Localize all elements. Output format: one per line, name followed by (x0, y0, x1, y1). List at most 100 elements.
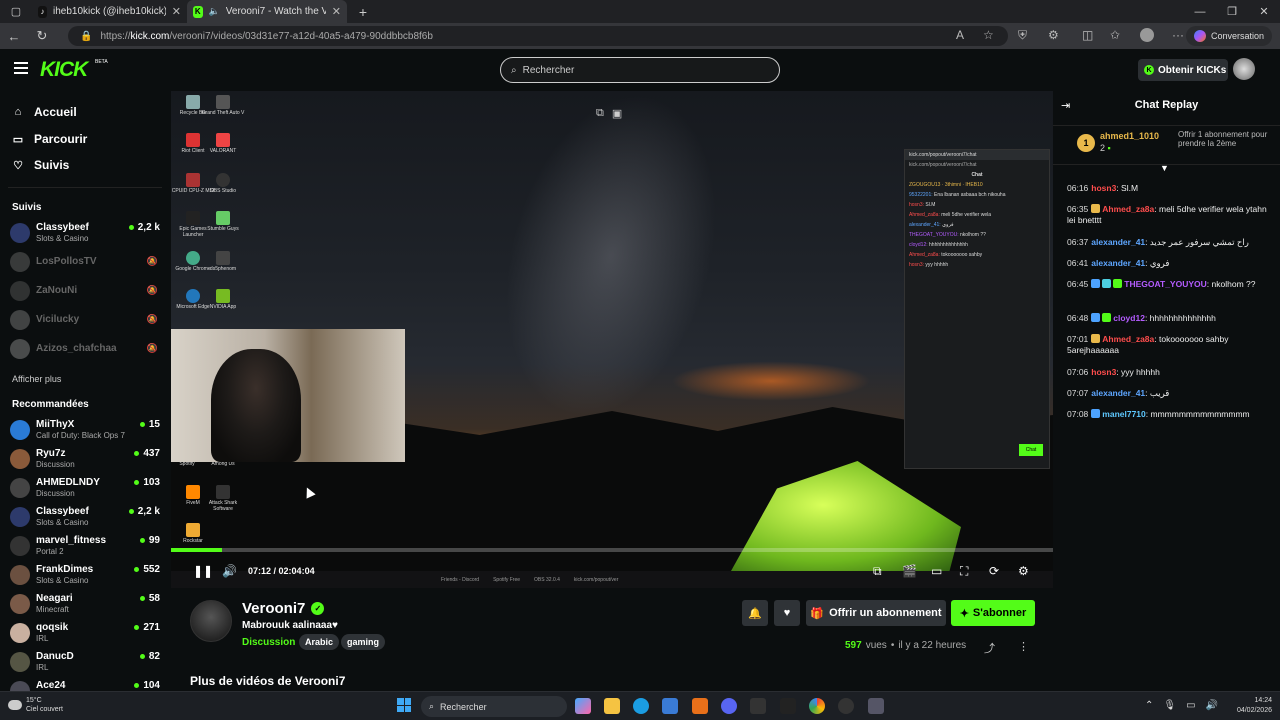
game-app-icon[interactable] (750, 698, 766, 714)
followed-channel[interactable]: LosPollosTV 🔕 (10, 250, 160, 276)
menu-icon[interactable] (14, 62, 28, 74)
read-aloud-icon[interactable]: A (956, 28, 964, 42)
tab-tiktok[interactable]: ♪ iheb10kick (@iheb10kick) | TikTok ✕ (32, 0, 187, 23)
tag[interactable]: gaming (341, 634, 386, 650)
kick-logo[interactable]: KICK (40, 58, 88, 82)
discord-icon[interactable] (721, 698, 737, 714)
gifter-name[interactable]: ahmed1_1010 (1100, 131, 1159, 141)
picture-in-picture-icon[interactable]: ⧉ (596, 107, 604, 120)
fivem-icon[interactable] (692, 698, 708, 714)
sidebar-item-home[interactable]: ⌂ Accueil (12, 105, 77, 119)
taskbar-search[interactable]: ⌕ Rechercher (421, 696, 567, 717)
show-more-link[interactable]: Afficher plus (12, 374, 61, 384)
back-icon[interactable]: ← (0, 29, 28, 44)
store-icon[interactable] (662, 698, 678, 714)
subscribe-button[interactable]: ✦ S'abonner (951, 600, 1035, 626)
recommended-channel[interactable]: marvel_fitness Portal 2 99 (10, 534, 160, 560)
follow-heart-button[interactable]: ♥ (774, 600, 800, 626)
message-username[interactable]: hosn3 (1091, 367, 1116, 377)
followed-channel[interactable]: Azizos_chafchaa 🔕 (10, 337, 160, 363)
get-kicks-button[interactable]: K Obtenir KICKs (1138, 59, 1228, 81)
message-username[interactable]: Ahmed_za8a (1102, 204, 1154, 214)
weather-widget[interactable]: 15°C Ciel couvert (8, 696, 63, 714)
message-username[interactable]: alexander_41 (1091, 388, 1145, 398)
refresh-icon[interactable]: ↻ (28, 28, 56, 44)
pause-icon[interactable]: ❚❚ (193, 564, 213, 578)
sidebar-item-following[interactable]: ♡ Suivis (12, 158, 69, 172)
taskbar-clock[interactable]: 14:24 04/02/2026 (1222, 696, 1272, 716)
playback-speed-icon[interactable]: ⟳ (989, 564, 999, 578)
recommended-channel[interactable]: AHMEDLNDY Discussion 103 (10, 476, 160, 502)
windows-start-icon[interactable] (397, 698, 411, 712)
chrome-icon[interactable] (809, 698, 825, 714)
recommended-channel[interactable]: DanucD IRL 82 (10, 650, 160, 676)
channel-name[interactable]: Verooni7 (242, 600, 305, 617)
app-icon[interactable] (780, 698, 796, 714)
tab-kick[interactable]: K 🔈 Verooni7 - Watch the VOD o ✕ (187, 0, 347, 23)
recommended-channel[interactable]: Classybeef Slots & Casino 2,2 k (10, 505, 160, 531)
video-player[interactable]: Recycle Bin Grand Theft Auto V Riot Clie… (171, 91, 1053, 588)
more-options-icon[interactable]: ⋮ (1018, 640, 1029, 653)
close-tab-icon[interactable]: ✕ (172, 5, 181, 18)
favorites-icon[interactable]: ✩ (1110, 28, 1120, 42)
followed-channel[interactable]: Classybeef Slots & Casino 2,2 k (10, 221, 160, 247)
recommended-channel[interactable]: Ryu7z Discussion 437 (10, 447, 160, 473)
theater-icon[interactable]: ▣ (612, 107, 622, 120)
theater-mode-icon[interactable]: ▭ (931, 564, 942, 578)
network-icon[interactable]: ▭ (1186, 700, 1195, 711)
message-username[interactable]: alexander_41 (1091, 237, 1145, 247)
channel-avatar[interactable] (190, 600, 232, 642)
fullscreen-icon[interactable]: ⛶ (960, 564, 968, 579)
speaker-icon[interactable]: 🔈 (209, 6, 220, 17)
minimize-button[interactable]: — (1184, 6, 1216, 18)
message-username[interactable]: hosn3 (1091, 183, 1116, 193)
more-options-icon[interactable]: ··· (1172, 28, 1184, 42)
file-explorer-icon[interactable] (604, 698, 620, 714)
recommended-channel[interactable]: Ace24 104 (10, 679, 160, 691)
extensions-icon[interactable]: ⚙ (1048, 28, 1059, 42)
search-input[interactable]: ⌕ Rechercher (500, 57, 780, 83)
message-username[interactable]: Ahmed_za8a (1102, 334, 1154, 344)
copilot-app-icon[interactable] (575, 698, 591, 714)
miniplayer-icon[interactable]: ⧉ (873, 564, 882, 579)
shield-icon[interactable]: ⛨ (1018, 28, 1027, 43)
volume-icon[interactable]: 🔊 (222, 564, 237, 578)
close-window-button[interactable]: ✕ (1248, 5, 1280, 18)
gift-sub-button[interactable]: 🎁 Offrir un abonnement (806, 600, 946, 626)
followed-channel[interactable]: Vicilucky 🔕 (10, 308, 160, 334)
message-username[interactable]: THEGOAT_YOUYOU (1124, 279, 1207, 289)
close-tab-icon[interactable]: ✕ (332, 5, 341, 18)
sidebar-item-browse[interactable]: ▭ Parcourir (12, 132, 88, 146)
expand-chevron-icon[interactable]: ▼ (1160, 163, 1169, 173)
new-tab-button[interactable]: + (347, 4, 379, 20)
split-screen-icon[interactable]: ◫ (1082, 28, 1093, 42)
url-field[interactable]: 🔒 https://kick.com/verooni7/videos/03d31… (68, 26, 1008, 46)
recommended-channel[interactable]: qoqsik IRL 271 (10, 621, 160, 647)
notification-bell-button[interactable]: 🔔 (742, 600, 768, 626)
microphone-icon[interactable]: 🎙 (1163, 700, 1176, 711)
profile-icon[interactable] (1140, 28, 1154, 42)
video-progress-bar[interactable] (171, 548, 1053, 552)
window-menu-icon[interactable]: ▢ (0, 5, 32, 18)
chevron-up-icon[interactable]: ⌃ (1145, 700, 1153, 711)
message-username[interactable]: cloyd12 (1113, 313, 1145, 323)
user-avatar[interactable] (1233, 58, 1255, 80)
conversation-button[interactable]: Conversation (1185, 26, 1272, 46)
message-username[interactable]: manel7710 (1102, 409, 1145, 419)
clip-icon[interactable]: 🎬 (902, 564, 917, 578)
tag[interactable]: Arabic (299, 634, 340, 650)
settings-icon[interactable]: ⚙ (1018, 564, 1029, 578)
video-category[interactable]: Discussion (242, 637, 295, 648)
recommended-channel[interactable]: MiiThyX Call of Duty: Black Ops 7 15 (10, 418, 160, 444)
volume-icon[interactable]: 🔊 (1206, 700, 1218, 711)
edge-icon[interactable] (633, 698, 649, 714)
recommended-channel[interactable]: FrankDimes Slots & Casino 552 (10, 563, 160, 589)
share-icon[interactable]: ⤴ (984, 640, 995, 656)
settings-app-icon[interactable] (868, 698, 884, 714)
restore-button[interactable]: ❐ (1216, 5, 1248, 18)
followed-channel[interactable]: ZaNouNi 🔕 (10, 279, 160, 305)
message-username[interactable]: alexander_41 (1091, 258, 1145, 268)
obs-icon[interactable] (838, 698, 854, 714)
recommended-channel[interactable]: Neagari Minecraft 58 (10, 592, 160, 618)
favorite-star-icon[interactable]: ☆ (983, 28, 994, 42)
